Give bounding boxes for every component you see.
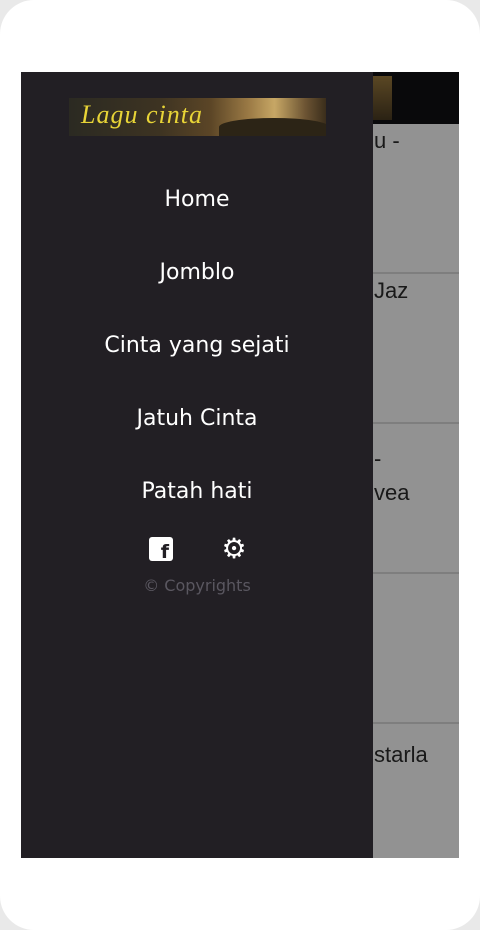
logo-text: Lagu cinta <box>81 100 203 129</box>
facebook-icon[interactable]: f <box>149 537 173 563</box>
menu-item-cinta-yang-sejati[interactable]: Cinta yang sejati <box>21 326 373 399</box>
copyright-text: © Copyrights <box>143 576 251 595</box>
logo-hill <box>219 118 326 136</box>
gear-icon[interactable]: ⚙ <box>219 534 249 564</box>
social-links: f ⚙ <box>149 534 249 564</box>
facebook-glyph: f <box>160 541 169 563</box>
phone-frame: u - Jaz - vea starla Lagu cinta Home Jom… <box>0 0 480 930</box>
app-screen: u - Jaz - vea starla Lagu cinta Home Jom… <box>21 72 459 858</box>
menu-item-patah-hati[interactable]: Patah hati <box>21 472 373 545</box>
navigation-drawer: Lagu cinta Home Jomblo Cinta yang sejati… <box>21 72 373 858</box>
app-logo: Lagu cinta <box>69 98 326 136</box>
menu-item-jomblo[interactable]: Jomblo <box>21 253 373 326</box>
menu-item-home[interactable]: Home <box>21 180 373 253</box>
menu-item-jatuh-cinta[interactable]: Jatuh Cinta <box>21 399 373 472</box>
drawer-menu: Home Jomblo Cinta yang sejati Jatuh Cint… <box>21 180 373 545</box>
